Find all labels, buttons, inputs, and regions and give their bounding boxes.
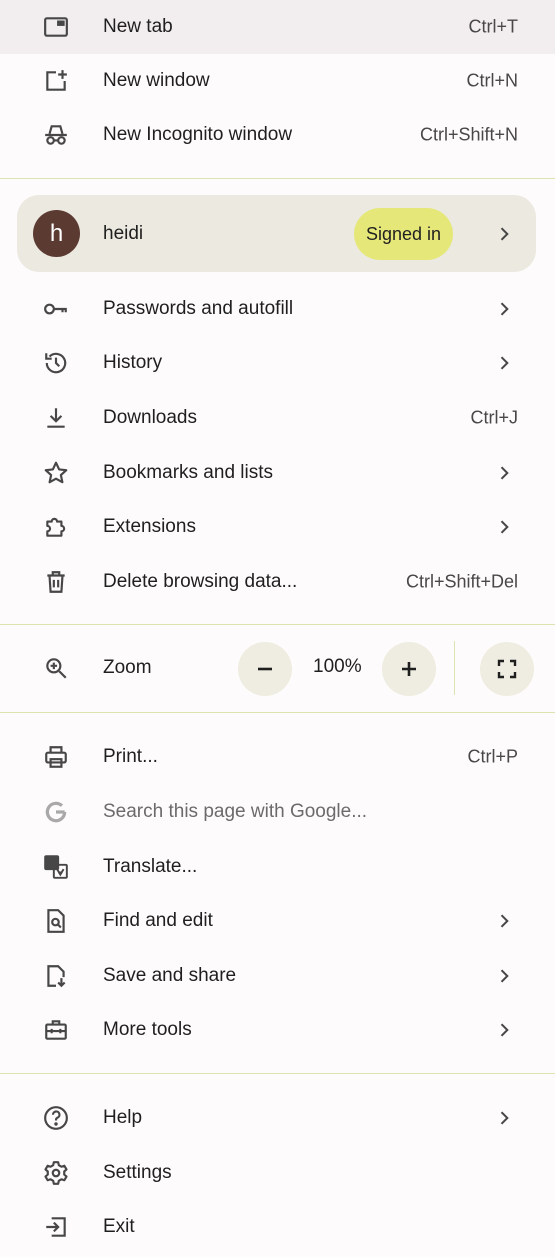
shortcut: Ctrl+N [466,70,518,91]
chevron-right-icon [494,463,514,483]
menu-item-exit[interactable]: Exit [0,1200,555,1254]
chevron-right-icon [494,224,514,244]
menu-item-label: Help [103,1107,143,1128]
menu-item-label: Exit [103,1216,135,1237]
find-icon [41,906,71,936]
help-icon [41,1103,71,1133]
menu-item-label: Delete browsing data... [103,571,298,592]
tab-icon [41,12,71,42]
menu-item-label: Translate... [103,856,198,877]
menu-item-label: Bookmarks and lists [103,462,274,483]
shortcut: Ctrl+P [467,746,518,767]
trash-icon [41,567,71,597]
incognito-icon [41,120,71,150]
menu-item-label: More tools [103,1019,192,1040]
menu-item-label: Extensions [103,516,196,537]
download-icon [41,403,71,433]
menu-item-passwords-and-autofill[interactable]: Passwords and autofill [0,282,555,336]
chevron-right-icon [494,1020,514,1040]
fullscreen-button[interactable] [480,642,534,696]
chevron-right-icon [494,299,514,319]
profile-card[interactable]: h heidi Signed in [17,195,536,272]
chevron-right-icon [494,1108,514,1128]
menu-item-label: New window [103,70,210,91]
chevron-right-icon [494,911,514,931]
menu-item-settings[interactable]: Settings [0,1146,555,1200]
menu-item-label: History [103,352,163,373]
fullscreen-icon [497,659,517,679]
exit-icon [41,1212,71,1242]
menu-item-help[interactable]: Help [0,1091,555,1145]
chevron-right-icon [494,517,514,537]
new-window-icon [41,66,71,96]
menu-item-find-and-edit[interactable]: Find and edit [0,894,555,948]
divider [0,712,555,713]
chevron-right-icon [494,966,514,986]
menu-item-downloads[interactable]: Downloads Ctrl+J [0,391,555,445]
menu-item-translate[interactable]: Translate... [0,840,555,894]
menu-item-label: Downloads [103,407,197,428]
shortcut: Ctrl+T [468,16,519,37]
menu-item-print[interactable]: Print... Ctrl+P [0,730,555,784]
divider [0,178,555,179]
shortcut: Ctrl+J [470,407,518,428]
menu-item-extensions[interactable]: Extensions [0,500,555,554]
zoom-label: Zoom [103,657,152,678]
shortcut: Ctrl+Shift+Del [405,571,518,592]
divider [0,1073,555,1074]
zoom-separator [454,641,455,695]
menu-item-label: Print... [103,746,158,767]
translate-icon [41,852,71,882]
menu-item-label: Passwords and autofill [103,298,294,319]
menu-item-label: Search this page with Google... [103,801,368,822]
shortcut: Ctrl+Shift+N [419,124,518,145]
zoom-in-icon [41,653,71,683]
avatar: h [33,210,80,257]
google-icon [41,797,71,827]
menu-item-search-with-google[interactable]: Search this page with Google... [0,785,555,839]
chevron-right-icon [494,353,514,373]
gear-icon [41,1158,71,1188]
menu-item-new-incognito-window[interactable]: New Incognito window Ctrl+Shift+N [0,108,555,162]
zoom-value: 100% [313,656,362,677]
signed-in-badge: Signed in [354,208,454,260]
menu-item-label: Save and share [103,965,237,986]
menu-item-new-window[interactable]: New window Ctrl+N [0,54,555,108]
divider [0,624,555,625]
menu-item-label: Find and edit [103,910,213,931]
minus-icon [258,667,272,671]
save-icon [41,961,71,991]
toolbox-icon [41,1015,71,1045]
menu-item-label: New Incognito window [103,124,293,145]
menu-item-save-and-share[interactable]: Save and share [0,949,555,1003]
profile-name: heidi [103,222,144,244]
zoom-out-button[interactable] [238,642,292,696]
menu-item-delete-browsing-data[interactable]: Delete browsing data... Ctrl+Shift+Del [0,555,555,609]
menu-item-bookmarks-and-lists[interactable]: Bookmarks and lists [0,446,555,500]
menu-item-more-tools[interactable]: More tools [0,1003,555,1057]
zoom-in-button[interactable] [382,642,436,696]
printer-icon [41,742,71,772]
star-icon [41,458,71,488]
puzzle-icon [41,512,71,542]
menu-item-label: New tab [103,16,173,37]
history-icon [41,348,71,378]
plus-icon [402,662,416,676]
menu-item-history[interactable]: History [0,336,555,390]
menu-item-label: Settings [103,1162,172,1183]
key-icon [41,294,71,324]
menu-item-new-tab[interactable]: New tab Ctrl+T [0,0,555,54]
